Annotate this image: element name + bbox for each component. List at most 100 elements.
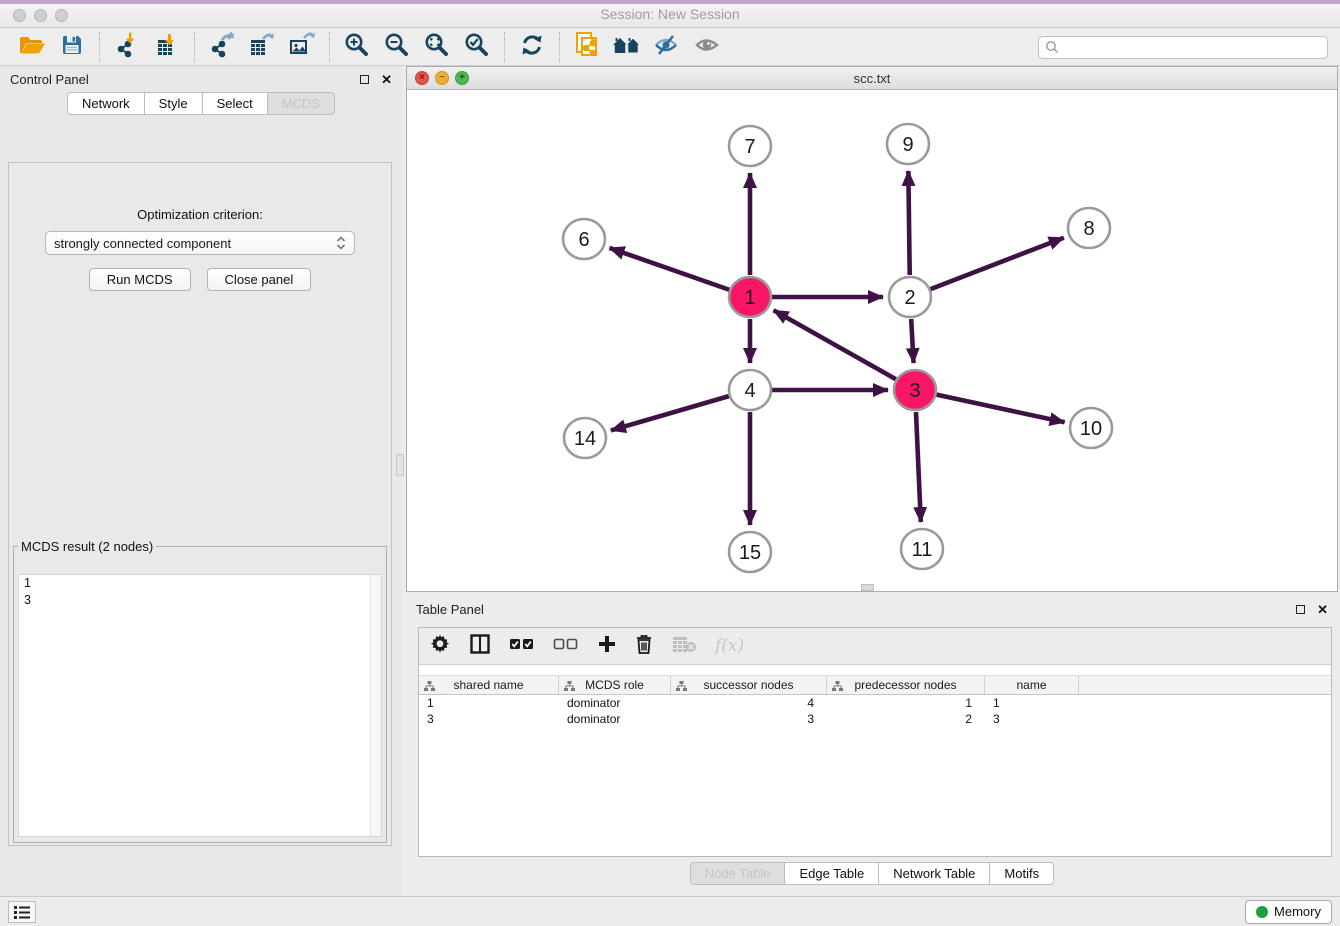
network-minimize-button[interactable]: − — [435, 71, 449, 85]
table-close-panel-icon[interactable]: ✕ — [1317, 603, 1328, 616]
graph-node-11[interactable]: 11 — [901, 529, 943, 569]
cell-successor-nodes[interactable]: 3 — [671, 712, 827, 726]
delete-table-icon — [671, 635, 697, 658]
graph-node-8[interactable]: 8 — [1068, 208, 1110, 248]
svg-text:11: 11 — [912, 539, 933, 561]
svg-text:8: 8 — [1083, 218, 1094, 240]
duplicate-network-button[interactable] — [567, 31, 607, 63]
graph-node-3[interactable]: 3 — [894, 370, 936, 410]
graph-node-6[interactable]: 6 — [563, 219, 605, 259]
cell-MCDS-role[interactable]: dominator — [559, 712, 671, 726]
export-table-button[interactable] — [242, 31, 282, 63]
edge-2-9[interactable] — [908, 171, 909, 275]
float-panel-button[interactable] — [360, 75, 369, 84]
edge-3-10[interactable] — [937, 395, 1065, 423]
network-canvas[interactable]: 7 9 6 8 1 2 4 3 14 10 15 11 — [407, 90, 1337, 591]
deselect-all-checks-button[interactable] — [553, 633, 579, 659]
hide-eye-button[interactable] — [647, 31, 687, 63]
edge-2-8[interactable] — [931, 238, 1064, 289]
select-all-checks-icon — [509, 636, 535, 657]
graph-node-2[interactable]: 2 — [889, 277, 931, 317]
edge-4-14[interactable] — [611, 396, 729, 430]
zoom-in-button[interactable] — [337, 31, 377, 63]
optimization-criterion-label: Optimization criterion: — [137, 207, 263, 222]
mcds-result-title: MCDS result (2 nodes) — [18, 539, 156, 554]
graph-node-4[interactable]: 4 — [729, 370, 771, 410]
show-eye-button[interactable] — [687, 31, 727, 63]
column-chooser-button[interactable] — [469, 633, 491, 659]
network-close-button[interactable]: × — [415, 71, 429, 85]
edge-2-3[interactable] — [911, 319, 913, 363]
column-header-predecessor-nodes[interactable]: predecessor nodes — [827, 676, 985, 694]
table-row[interactable]: 1dominator411 — [419, 695, 1331, 711]
result-line: 1 — [19, 575, 381, 592]
tab-select[interactable]: Select — [203, 92, 268, 115]
cell-name[interactable]: 1 — [985, 696, 1079, 710]
delete-row-button[interactable] — [635, 633, 653, 659]
select-all-checks-button[interactable] — [509, 633, 535, 659]
zoom-fit-button[interactable] — [417, 31, 457, 63]
run-mcds-button[interactable]: Run MCDS — [89, 268, 191, 291]
tab-edge-table[interactable]: Edge Table — [785, 862, 879, 885]
cell-shared-name[interactable]: 3 — [419, 712, 559, 726]
open-session-button[interactable] — [12, 31, 52, 63]
close-panel-button[interactable]: Close panel — [207, 268, 312, 291]
optimization-criterion-select[interactable]: strongly connected component — [45, 231, 355, 255]
task-history-button[interactable] — [8, 901, 36, 923]
houses-button[interactable] — [607, 31, 647, 63]
column-header-successor-nodes[interactable]: successor nodes — [671, 676, 827, 694]
tab-node-table[interactable]: Node Table — [690, 862, 786, 885]
edge-3-1[interactable] — [774, 310, 896, 379]
export-image-icon — [288, 32, 316, 63]
table-float-panel-button[interactable] — [1296, 605, 1305, 614]
export-image-button[interactable] — [282, 31, 322, 63]
column-header-shared-name[interactable]: shared name — [419, 676, 559, 694]
cell-predecessor-nodes[interactable]: 1 — [827, 696, 985, 710]
graph-node-14[interactable]: 14 — [564, 418, 606, 458]
tab-style[interactable]: Style — [145, 92, 203, 115]
titlebar-accent-strip — [0, 0, 1340, 4]
tree-column-icon — [832, 681, 843, 695]
zoom-out-button[interactable] — [377, 31, 417, 63]
cell-MCDS-role[interactable]: dominator — [559, 696, 671, 710]
import-table-button[interactable] — [147, 31, 187, 63]
column-header-MCDS-role[interactable]: MCDS role — [559, 676, 671, 694]
add-row-button[interactable] — [597, 633, 617, 659]
network-window-title: scc.txt — [407, 71, 1337, 86]
save-session-button[interactable] — [52, 31, 92, 63]
tab-motifs[interactable]: Motifs — [990, 862, 1054, 885]
zoom-selected-button[interactable] — [457, 31, 497, 63]
stepper-arrows-icon — [336, 236, 346, 250]
mcds-result-textarea[interactable]: 13 — [18, 574, 382, 837]
graph-node-1[interactable]: 1 — [729, 277, 771, 317]
export-network-button[interactable] — [202, 31, 242, 63]
save-session-icon — [60, 33, 84, 62]
settings-gear-button[interactable] — [429, 633, 451, 659]
tab-network-table[interactable]: Network Table — [879, 862, 990, 885]
graph-node-10[interactable]: 10 — [1070, 408, 1112, 448]
table-row[interactable]: 3dominator323 — [419, 711, 1331, 727]
panel-splitter-handle[interactable] — [396, 454, 404, 476]
memory-button[interactable]: Memory — [1245, 900, 1332, 924]
network-maximize-button[interactable]: + — [455, 71, 469, 85]
result-scrollbar[interactable] — [370, 575, 381, 836]
cell-name[interactable]: 3 — [985, 712, 1079, 726]
window-title: Session: New Session — [0, 6, 1340, 22]
tab-network[interactable]: Network — [67, 92, 145, 115]
cell-shared-name[interactable]: 1 — [419, 696, 559, 710]
search-input[interactable] — [1063, 40, 1321, 54]
graph-node-7[interactable]: 7 — [729, 126, 771, 166]
cell-predecessor-nodes[interactable]: 2 — [827, 712, 985, 726]
network-window-titlebar[interactable]: × − + scc.txt — [407, 67, 1337, 90]
close-panel-icon[interactable]: ✕ — [381, 73, 392, 86]
graph-node-9[interactable]: 9 — [887, 124, 929, 164]
edge-3-11[interactable] — [916, 412, 921, 522]
network-splitter-handle[interactable] — [861, 584, 874, 591]
cell-successor-nodes[interactable]: 4 — [671, 696, 827, 710]
graph-node-15[interactable]: 15 — [729, 532, 771, 572]
import-network-button[interactable] — [107, 31, 147, 63]
tab-mcds[interactable]: MCDS — [268, 92, 335, 115]
column-header-name[interactable]: name — [985, 676, 1079, 694]
refresh-button[interactable] — [512, 31, 552, 63]
edge-1-6[interactable] — [609, 248, 729, 290]
